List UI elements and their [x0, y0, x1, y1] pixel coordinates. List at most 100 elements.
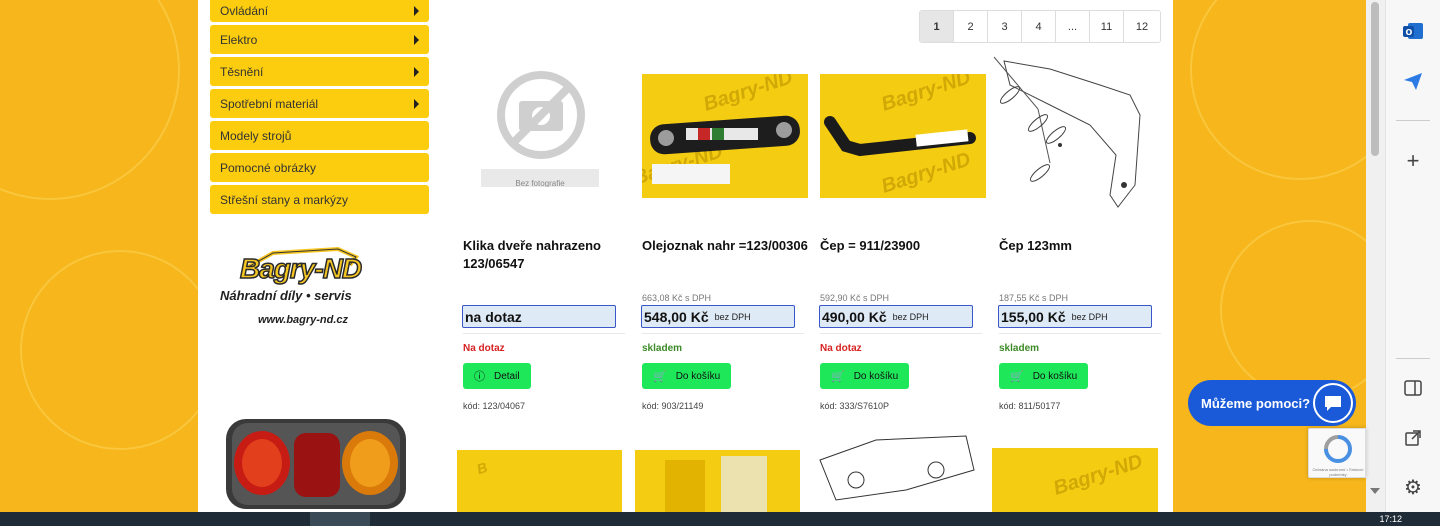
background-decoration [1190, 0, 1366, 180]
cart-icon: 🛒 [1010, 370, 1024, 383]
product-code: kód: 903/21149 [642, 401, 704, 411]
watermark: B [474, 458, 490, 478]
logo-tagline: Náhradní díly • servis [220, 288, 352, 303]
pagination-page-1[interactable]: 1 [920, 11, 954, 42]
product-code: kód: 333/S7610P [820, 401, 890, 411]
settings-icon[interactable]: ⚙ [1400, 474, 1426, 500]
divider [820, 333, 982, 334]
category-item[interactable]: Ovládání [210, 0, 429, 22]
bagry-logo[interactable]: Bagry-ND Náhradní díly • servis www.bagr… [218, 245, 423, 330]
product-technical-drawing[interactable] [816, 430, 981, 512]
product-title[interactable]: Klika dveře nahrazeno 123/06547 [463, 237, 631, 273]
button-label: Detail [494, 370, 520, 382]
taskbar-active-app[interactable] [310, 512, 370, 526]
add-to-cart-button[interactable]: 🛒 Do košíku [642, 363, 732, 389]
chat-widget-button[interactable]: Můžeme pomoci? [1188, 380, 1356, 426]
product-image[interactable]: Bagry-ND Bagry-ND [820, 74, 986, 198]
recaptcha-icon [1324, 435, 1352, 463]
category-item[interactable]: Těsnění [210, 57, 429, 86]
product-image[interactable]: Bagry-ND [992, 448, 1158, 512]
scrollbar-thumb[interactable] [1371, 2, 1379, 156]
pagination-page-2[interactable]: 2 [954, 11, 988, 42]
page-scrollbar[interactable] [1366, 0, 1385, 512]
price-box: 490,00 Kč bez DPH [819, 305, 973, 328]
product-title[interactable]: Čep 123mm [999, 237, 1167, 255]
chevron-right-icon [414, 34, 419, 45]
price-with-vat: 592,90 Kč s DPH [820, 293, 890, 303]
outlook-icon[interactable]: O [1400, 18, 1426, 44]
add-to-cart-button[interactable]: 🛒 Do košíku [820, 363, 910, 389]
category-label: Střešní stany a markýzy [220, 192, 349, 207]
add-to-cart-button[interactable]: 🛒 Do košíku [999, 363, 1089, 389]
button-label: Do košíku [675, 370, 721, 382]
product-card: Bez fotografie Klika dveře nahrazeno 123… [462, 63, 633, 411]
category-label: Ovládání [220, 4, 269, 18]
product-image[interactable]: B [457, 450, 622, 512]
recaptcha-links[interactable]: Ochrana soukromí • Smluvní podmínky [1311, 467, 1365, 477]
category-label: Těsnění [220, 64, 264, 79]
cart-icon: 🛒 [653, 370, 667, 383]
divider [463, 333, 625, 334]
logo-name: Bagry-ND [239, 252, 363, 285]
tail-lamp-banner-image[interactable] [224, 415, 409, 512]
stock-status: skladem [642, 343, 683, 354]
logo-url: www.bagry-nd.cz [258, 314, 349, 326]
pagination-page-4[interactable]: 4 [1022, 11, 1056, 42]
category-item[interactable]: Elektro [210, 25, 429, 54]
pagination-ellipsis: ... [1056, 11, 1090, 42]
category-item[interactable]: Střešní stany a markýzy [210, 185, 429, 214]
product-code: kód: 123/04067 [463, 401, 526, 411]
background-decoration [1220, 220, 1366, 400]
price-with-vat: 663,08 Kč s DPH [642, 293, 712, 303]
button-label: Do košíku [1032, 370, 1078, 382]
product-price: 490,00 Kč [822, 308, 887, 325]
sidebar-toggle-icon[interactable] [1400, 375, 1426, 401]
divider [642, 333, 804, 334]
open-external-icon[interactable] [1400, 425, 1426, 451]
send-icon[interactable] [1400, 68, 1426, 94]
divider [1396, 120, 1430, 121]
category-item[interactable]: Spotřební materiál [210, 89, 429, 118]
product-code: kód: 811/50177 [999, 401, 1061, 411]
product-price: 155,00 Kč [1001, 308, 1066, 325]
browser-sidebar: O + ⚙ [1385, 0, 1440, 512]
cart-icon: 🛒 [831, 370, 845, 383]
background-decoration [20, 250, 220, 450]
chevron-right-icon [414, 98, 419, 109]
product-price: 548,00 Kč [644, 308, 709, 325]
stock-status: skladem [999, 343, 1040, 354]
scroll-down-icon[interactable] [1370, 488, 1380, 494]
price-box: na dotaz [462, 305, 616, 328]
chat-bubble-icon [1313, 383, 1353, 423]
divider [999, 333, 1161, 334]
button-label: Do košíku [853, 370, 899, 382]
add-icon[interactable]: + [1400, 148, 1426, 174]
product-technical-drawing[interactable] [990, 55, 1160, 217]
category-item[interactable]: Pomocné obrázky [210, 153, 429, 182]
recaptcha-badge[interactable]: Ochrana soukromí • Smluvní podmínky [1308, 428, 1366, 478]
price-box: 155,00 Kč bez DPH [998, 305, 1152, 328]
pagination-page-11[interactable]: 11 [1090, 11, 1124, 42]
product-title[interactable]: Olejoznak nahr =123/00306 [642, 237, 810, 255]
product-card: Čep 123mm 187,55 Kč s DPH 155,00 Kč bez … [990, 55, 1169, 411]
pagination-page-3[interactable]: 3 [988, 11, 1022, 42]
product-image[interactable] [635, 450, 800, 512]
svg-text:O: O [1406, 28, 1413, 37]
category-label: Elektro [220, 32, 258, 47]
product-image-placeholder[interactable]: Bez fotografie [463, 63, 629, 187]
vat-label: bez DPH [892, 311, 929, 322]
taskbar-clock: 17:12 [1379, 514, 1402, 524]
price-with-vat: 187,55 Kč s DPH [999, 293, 1069, 303]
price-box: 548,00 Kč bez DPH [641, 305, 795, 328]
vat-label: bez DPH [714, 311, 751, 322]
background-decoration [0, 0, 180, 200]
pagination-page-12[interactable]: 12 [1124, 11, 1160, 42]
product-image[interactable]: Bagry-ND Bagry-ND [642, 74, 808, 198]
product-price: na dotaz [465, 308, 522, 325]
detail-button[interactable]: ⓘ Detail [463, 363, 531, 389]
main-content: Ovládání Elektro Těsnění Spotřební materiál… [198, 0, 1173, 512]
category-label: Modely strojů [220, 128, 292, 143]
product-title[interactable]: Čep = 911/23900 [820, 237, 988, 255]
category-item[interactable]: Modely strojů [210, 121, 429, 150]
os-taskbar: 17:12 [0, 512, 1440, 526]
